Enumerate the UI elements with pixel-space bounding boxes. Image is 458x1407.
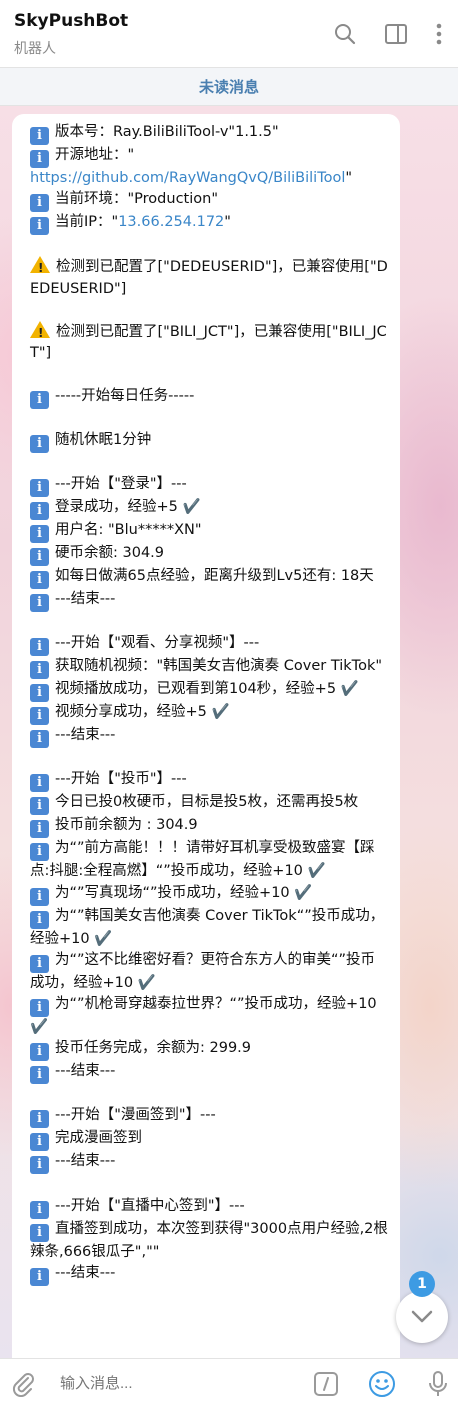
info-icon: i bbox=[30, 1043, 49, 1062]
info-icon: i bbox=[30, 730, 49, 749]
check-icon: ✔️ bbox=[307, 863, 326, 880]
chat-title[interactable]: SkyPushBot bbox=[14, 11, 128, 31]
info-icon: i bbox=[30, 661, 49, 680]
info-icon: i bbox=[30, 910, 49, 929]
info-icon: i bbox=[30, 1223, 49, 1242]
slash-command-icon[interactable] bbox=[311, 1369, 341, 1399]
chevron-down-icon bbox=[411, 1310, 433, 1323]
search-icon[interactable] bbox=[331, 20, 359, 48]
chat-subtitle: 机器人 bbox=[14, 41, 56, 57]
message-bubble[interactable]: i 版本号：Ray.BiliBiliTool-v"1.1.5" i 开源地址：" h… bbox=[12, 114, 400, 1358]
warning-icon bbox=[30, 256, 50, 280]
scroll-to-bottom-button[interactable] bbox=[396, 1291, 448, 1343]
info-icon: i bbox=[30, 843, 49, 862]
info-icon: i bbox=[30, 999, 49, 1018]
info-icon: i bbox=[30, 707, 49, 726]
info-icon: i bbox=[30, 1200, 49, 1219]
info-icon: i bbox=[30, 684, 49, 703]
check-icon: ✔️ bbox=[137, 974, 156, 991]
message-composer bbox=[0, 1358, 458, 1407]
info-icon: i bbox=[30, 217, 49, 236]
info-icon: i bbox=[30, 638, 49, 657]
info-icon: i bbox=[30, 797, 49, 816]
paperclip-icon[interactable] bbox=[8, 1369, 38, 1399]
info-icon: i bbox=[30, 954, 49, 973]
microphone-icon[interactable] bbox=[423, 1369, 453, 1399]
info-icon: i bbox=[30, 548, 49, 567]
info-icon: i bbox=[30, 525, 49, 544]
info-icon: i bbox=[30, 127, 49, 145]
repo-link[interactable]: https://github.com/RayWangQvQ/BiliBiliTo… bbox=[30, 170, 345, 186]
emoji-icon[interactable] bbox=[367, 1369, 397, 1399]
info-icon: i bbox=[30, 390, 49, 409]
warning-icon bbox=[30, 321, 50, 344]
check-icon: ✔️ bbox=[340, 681, 359, 698]
info-icon: i bbox=[30, 774, 49, 793]
sidebar-toggle-icon[interactable] bbox=[382, 20, 410, 48]
message-text: i 版本号：Ray.BiliBiliTool-v"1.1.5" i 开源地址：" h… bbox=[30, 122, 388, 1286]
info-icon: i bbox=[30, 571, 49, 590]
info-icon: i bbox=[30, 1133, 49, 1152]
info-icon: i bbox=[30, 1267, 49, 1286]
info-icon: i bbox=[30, 150, 49, 168]
check-icon: ✔️ bbox=[211, 704, 230, 721]
info-icon: i bbox=[30, 594, 49, 613]
check-icon: ✔️ bbox=[182, 499, 201, 516]
info-icon: i bbox=[30, 194, 49, 213]
info-icon: i bbox=[30, 1156, 49, 1175]
check-icon: ✔️ bbox=[294, 884, 313, 901]
check-icon: ✔️ bbox=[94, 930, 113, 947]
info-icon: i bbox=[30, 479, 49, 498]
check-icon: ✔️ bbox=[30, 1019, 49, 1036]
message-input[interactable] bbox=[60, 1372, 290, 1394]
ip-link[interactable]: 13.66.254.172 bbox=[118, 214, 224, 230]
info-icon: i bbox=[30, 887, 49, 906]
info-icon: i bbox=[30, 502, 49, 521]
info-icon: i bbox=[30, 820, 49, 839]
more-vertical-icon[interactable] bbox=[425, 20, 453, 48]
unread-count-badge: 1 bbox=[409, 1271, 435, 1297]
info-icon: i bbox=[30, 1066, 49, 1085]
info-icon: i bbox=[30, 1110, 49, 1129]
unread-messages-bar: 未读消息 bbox=[0, 68, 458, 106]
info-icon: i bbox=[30, 434, 49, 453]
chat-header: SkyPushBot 机器人 bbox=[0, 0, 458, 68]
